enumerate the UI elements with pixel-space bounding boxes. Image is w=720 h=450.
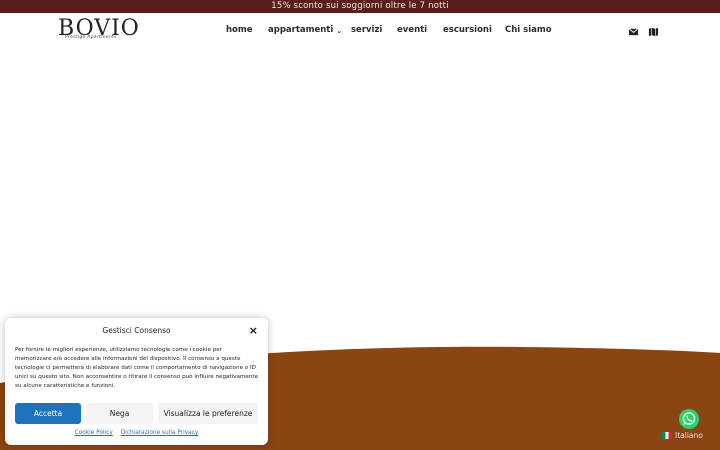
promo-text: 15% sconto sui soggiorni oltre le 7 nott… [271,1,449,11]
hero-area [0,53,720,353]
view-preferences-button[interactable]: Visualizza le preferenze [158,403,258,424]
cookie-description: Per fornire le migliori esperienze, util… [15,347,259,389]
site-header: BOVIO Prestige Apartments home appartame… [0,13,720,53]
close-icon[interactable]: × [249,324,258,337]
language-switcher[interactable]: Italiano [662,431,703,440]
italy-flag-icon [662,432,672,439]
cookie-title: Gestisci Consenso [102,326,171,335]
nav-appartamenti[interactable]: appartamenti ⌄ [268,25,342,35]
map-icon[interactable] [648,26,659,37]
privacy-statement-link[interactable]: Dichiarazione sulla Privacy [121,430,199,436]
nav-chi-siamo[interactable]: Chi siamo [505,25,552,35]
cookie-links: Cookie Policy Dichiarazione sulla Privac… [5,430,268,436]
site-logo[interactable]: BOVIO Prestige Apartments [58,16,150,45]
nav-home[interactable]: home [226,25,253,35]
nav-eventi[interactable]: eventi [397,25,427,35]
deny-button[interactable]: Nega [86,403,153,424]
cookie-consent-dialog: Gestisci Consenso × Per fornire le migli… [5,318,268,445]
nav-servizi[interactable]: servizi [351,25,382,35]
accept-button[interactable]: Accetta [15,403,81,424]
nav-escursioni[interactable]: escursioni [443,25,492,35]
language-label: Italiano [675,431,703,440]
nav-appartamenti-label: appartamenti [268,25,334,35]
logo-subtitle: Prestige Apartments [64,35,118,40]
promo-bar: 15% sconto sui soggiorni oltre le 7 nott… [0,0,720,13]
chevron-down-icon: ⌄ [336,27,343,35]
cookie-policy-link[interactable]: Cookie Policy [75,430,113,436]
whatsapp-icon[interactable] [679,409,699,429]
mail-icon[interactable] [628,26,639,37]
